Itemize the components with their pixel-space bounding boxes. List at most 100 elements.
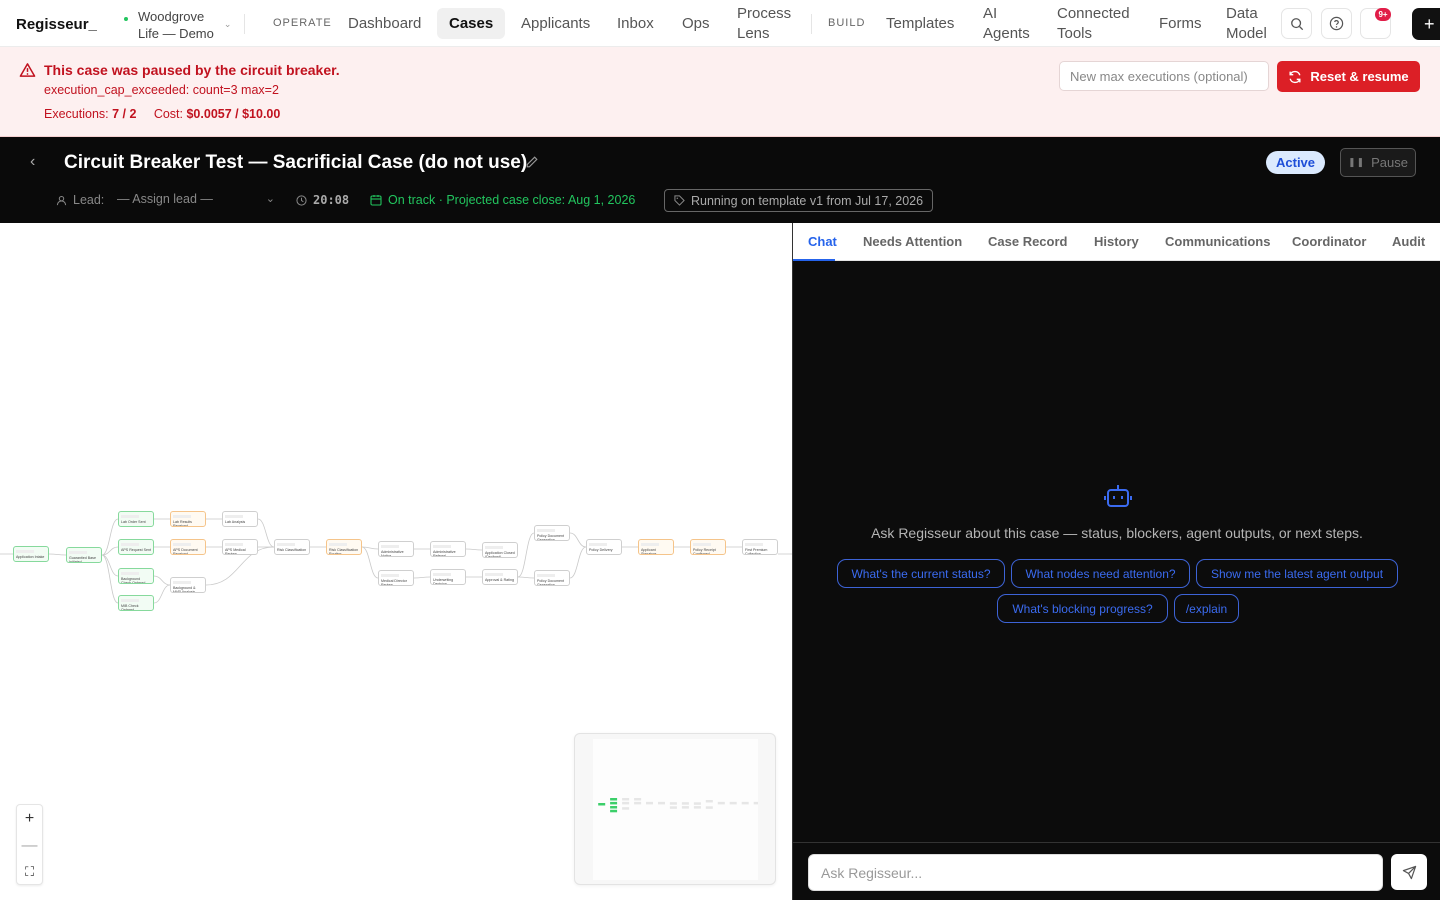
app-logo[interactable]: Regisseur_ <box>16 16 97 33</box>
tab-coordinator[interactable]: Coordinator <box>1292 234 1366 249</box>
on-track-text: On track · Projected case close: Aug 1, … <box>388 193 636 207</box>
nav-applicants[interactable]: Applicants <box>521 0 590 47</box>
nav-ai-agents[interactable]: AI Agents <box>983 0 1030 47</box>
minimap-node <box>646 801 653 805</box>
workflow-node[interactable]: Policy Delivery <box>586 539 622 555</box>
workflow-node[interactable]: Policy Document Generation (Standard) <box>534 570 570 586</box>
chat-input[interactable] <box>808 854 1383 891</box>
minimap-nodes <box>586 798 761 813</box>
suggestion-chip[interactable]: Show me the latest agent output <box>1196 559 1398 588</box>
zoom-in-icon[interactable]: + <box>25 810 34 828</box>
template-version-tag[interactable]: Running on template v1 from Jul 17, 2026 <box>664 189 934 212</box>
workflow-node[interactable]: Underwriting Decision <box>430 569 466 585</box>
tab-chat[interactable]: Chat <box>808 234 837 249</box>
send-button[interactable] <box>1391 854 1427 890</box>
nav-connected-tools[interactable]: Connected Tools <box>1057 0 1130 47</box>
workflow-node[interactable]: Application Closed (Declined) <box>482 542 518 558</box>
tab-history[interactable]: History <box>1094 234 1139 249</box>
workspace-switcher[interactable]: Woodgrove Life — Demo ⌄ <box>124 8 231 42</box>
new-button[interactable]: + <box>1412 8 1440 40</box>
reset-resume-button[interactable]: Reset & resume <box>1277 61 1420 92</box>
zoom-out-icon[interactable]: — <box>22 837 38 855</box>
workflow-node[interactable]: Guarantied Base Initiated <box>66 547 102 563</box>
workflow-node[interactable]: APS Medical Review <box>222 539 258 555</box>
workflow-node[interactable]: Policy Receipt Confirmed <box>690 539 726 555</box>
suggestion-chip[interactable]: What's the current status? <box>837 559 1005 588</box>
workflow-edge <box>153 584 171 604</box>
top-navigation: Regisseur_ Woodgrove Life — Demo ⌄ OPERAT… <box>0 0 1440 47</box>
workflow-node[interactable]: Approval & Rating <box>482 569 518 585</box>
workflow-node[interactable]: Lab Results Received <box>170 511 206 527</box>
minimap-node <box>634 801 642 805</box>
minimap-node <box>610 809 618 813</box>
suggestion-chip[interactable]: What's blocking progress? <box>997 594 1168 623</box>
workflow-node[interactable]: APS Request Sent <box>118 539 154 555</box>
nav-forms[interactable]: Forms <box>1159 0 1202 47</box>
pencil-icon[interactable] <box>525 155 539 169</box>
minimap-node <box>610 801 618 805</box>
pause-button[interactable]: ❚❚ Pause <box>1340 148 1416 177</box>
workflow-node-label: Lab Order Sent <box>121 520 146 524</box>
fit-view-icon[interactable]: ⛶ <box>25 864 34 880</box>
workflow-node-label: MIB Check Ordered <box>121 604 139 611</box>
reset-resume-label: Reset & resume <box>1310 69 1409 84</box>
workflow-node[interactable]: Policy Document Generation (Preferred Pl… <box>534 525 570 541</box>
alert-error-code: execution_cap_exceeded: count=3 max=2 <box>44 83 279 97</box>
workflow-node[interactable]: Lab Analysis <box>222 511 258 527</box>
circuit-breaker-alert: This case was paused by the circuit brea… <box>0 47 1440 137</box>
workflow-node[interactable]: Risk Classification Routing <box>326 539 362 555</box>
workflow-node[interactable]: APS Document Received <box>170 539 206 555</box>
minimap-viewport <box>586 739 761 880</box>
minimap-node <box>729 801 737 805</box>
send-icon <box>1402 865 1416 879</box>
tab-audit[interactable]: Audit <box>1392 234 1425 249</box>
workflow-node[interactable]: Background Check Ordered <box>118 568 154 584</box>
nav-data-model[interactable]: Data Model <box>1226 0 1267 47</box>
workflow-node[interactable]: First Premium Collection <box>742 539 778 555</box>
workflow-node[interactable]: Risk Classification <box>274 539 310 555</box>
status-badge: Active <box>1266 151 1326 174</box>
nav-process-lens[interactable]: Process Lens <box>737 0 791 47</box>
nav-templates[interactable]: Templates <box>886 0 954 47</box>
suggestion-chip[interactable]: What nodes need attention? <box>1011 559 1190 588</box>
workflow-node[interactable]: Medical Director Review <box>378 570 414 586</box>
suggestion-chip[interactable]: /explain <box>1174 594 1239 623</box>
workflow-node[interactable]: MIB Check Ordered <box>118 595 154 611</box>
tab-needs-attention[interactable]: Needs Attention <box>863 234 962 249</box>
nav-inbox[interactable]: Inbox <box>617 0 654 47</box>
workflow-edge <box>413 576 431 579</box>
minimap-node <box>598 803 606 806</box>
case-timer: 20:08 <box>296 193 349 207</box>
minimap-node <box>669 806 677 809</box>
nav-cases[interactable]: Cases <box>437 8 506 39</box>
workflow-node[interactable]: Applicant Signature <box>638 539 674 555</box>
max-executions-input[interactable] <box>1059 61 1269 91</box>
workflow-node[interactable]: Administrative Notice <box>378 541 414 557</box>
workflow-node[interactable]: Application Intake <box>13 546 49 562</box>
chevron-down-icon: ⌄ <box>265 193 275 205</box>
help-button[interactable] <box>1321 8 1352 39</box>
workflow-node[interactable]: Background & MVR Analysis <box>170 577 206 593</box>
on-track-status: On track · Projected case close: Aug 1, … <box>370 193 635 207</box>
tab-case-record[interactable]: Case Record <box>988 234 1067 249</box>
minimap-node <box>753 801 761 805</box>
workflow-node-label: Policy Document Generation (Preferred Pl… <box>537 534 564 541</box>
workflow-canvas[interactable]: Application Intake Guarantied Base Initia… <box>0 223 792 900</box>
minimap[interactable] <box>574 733 776 885</box>
search-button[interactable] <box>1281 8 1312 39</box>
minimap-node <box>681 806 689 809</box>
chevron-down-icon: ⌄ <box>223 18 232 29</box>
nav-ops[interactable]: Ops <box>682 0 710 47</box>
workflow-edge <box>465 548 483 551</box>
lead-select[interactable]: — Assign lead — ⌄ <box>117 192 275 206</box>
workflow-node[interactable]: Lab Order Sent <box>118 511 154 527</box>
back-chevron-icon[interactable]: ‹ <box>30 153 35 171</box>
workflow-node-label: Background & MVR Analysis <box>173 586 196 593</box>
tab-communications[interactable]: Communications <box>1165 234 1270 249</box>
workflow-edge <box>569 532 587 548</box>
nav-divider <box>244 14 245 34</box>
nav-dashboard[interactable]: Dashboard <box>348 0 421 47</box>
workflow-node[interactable]: Administrative Referral <box>430 541 466 557</box>
clock-icon <box>296 194 307 206</box>
lead-label: Lead: <box>73 193 105 207</box>
